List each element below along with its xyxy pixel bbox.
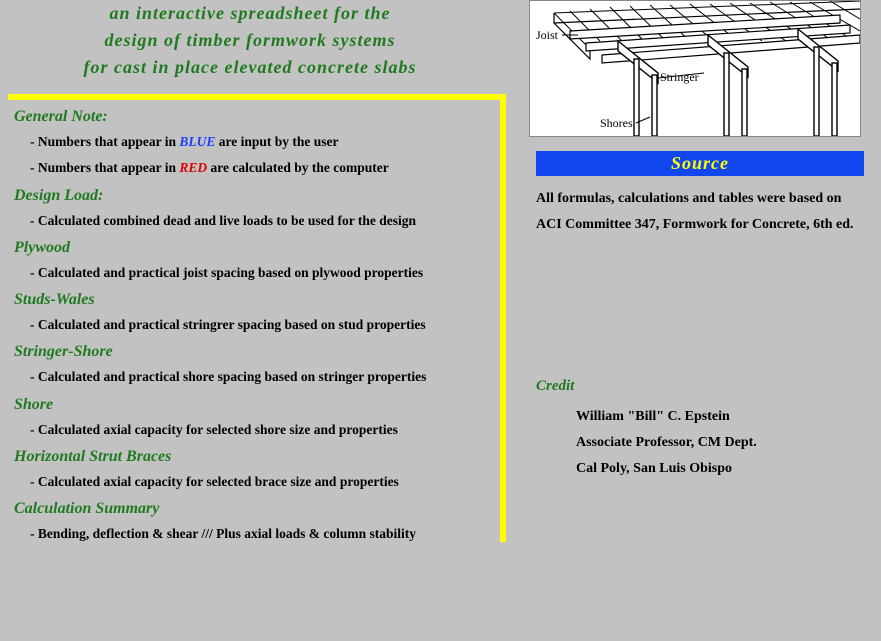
formwork-diagram: Joist Stringer Shores xyxy=(529,0,861,137)
gn2-red-word: RED xyxy=(179,160,207,175)
stringer-shore-heading: Stringer-Shore xyxy=(14,343,500,361)
credit-block: William "Bill" C. Epstein Associate Prof… xyxy=(576,404,757,482)
source-text: All formulas, calculations and tables we… xyxy=(536,186,864,238)
title-line-1: an interactive spreadsheet for the xyxy=(20,0,480,27)
diagram-label-joist: Joist xyxy=(536,28,559,42)
credit-heading: Credit xyxy=(536,378,574,395)
studs-wales-desc: Calculated and practical stringrer spaci… xyxy=(30,315,500,335)
gn1-blue-word: BLUE xyxy=(179,134,215,149)
gn1-suffix: are input by the user xyxy=(215,134,338,149)
hsb-heading: Horizontal Strut Braces xyxy=(14,448,500,466)
title-line-2: design of timber formwork systems xyxy=(20,27,480,54)
title-line-3: for cast in place elevated concrete slab… xyxy=(20,54,480,81)
credit-title: Associate Professor, CM Dept. xyxy=(576,430,757,456)
gn2-prefix: Numbers that appear in xyxy=(38,160,180,175)
plywood-desc: Calculated and practical joist spacing b… xyxy=(30,263,500,283)
diagram-label-shores: Shores xyxy=(600,116,633,130)
stringer-shore-desc: Calculated and practical shore spacing b… xyxy=(30,367,500,387)
calc-summary-heading: Calculation Summary xyxy=(14,500,500,518)
general-note-line-1: Numbers that appear in BLUE are input by… xyxy=(30,132,500,152)
formwork-diagram-svg: Joist Stringer Shores xyxy=(530,1,860,136)
plywood-heading: Plywood xyxy=(14,239,500,257)
source-heading: Source xyxy=(536,151,864,176)
calc-summary-desc: Bending, deflection & shear /// Plus axi… xyxy=(30,524,500,544)
design-load-heading: Design Load: xyxy=(14,187,500,205)
shore-desc: Calculated axial capacity for selected s… xyxy=(30,420,500,440)
credit-org: Cal Poly, San Luis Obispo xyxy=(576,456,757,482)
studs-wales-heading: Studs-Wales xyxy=(14,291,500,309)
page-title: an interactive spreadsheet for the desig… xyxy=(20,0,480,81)
general-note-heading: General Note: xyxy=(14,108,500,126)
shore-heading: Shore xyxy=(14,396,500,414)
hsb-desc: Calculated axial capacity for selected b… xyxy=(30,472,500,492)
general-note-line-2: Numbers that appear in RED are calculate… xyxy=(30,158,500,178)
credit-name: William "Bill" C. Epstein xyxy=(576,404,757,430)
gn1-prefix: Numbers that appear in xyxy=(38,134,180,149)
gn2-suffix: are calculated by the computer xyxy=(207,160,389,175)
sections-panel: General Note: Numbers that appear in BLU… xyxy=(8,94,506,542)
design-load-desc: Calculated combined dead and live loads … xyxy=(30,211,500,231)
